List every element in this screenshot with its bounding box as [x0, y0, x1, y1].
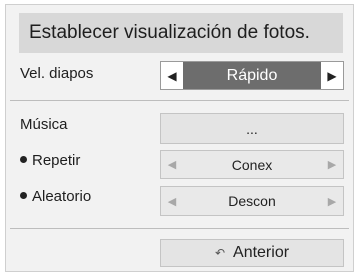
slide-speed-selector[interactable]: ◀ Rápido ▶ — [160, 61, 344, 90]
music-select-button[interactable]: ... — [160, 113, 344, 144]
shuffle-label-text: Aleatorio — [32, 188, 92, 205]
slide-speed-label: Vel. diapos — [20, 65, 94, 82]
arrow-right-icon[interactable]: ▶ — [321, 62, 343, 89]
arrow-left-icon[interactable]: ◀ — [161, 151, 183, 178]
photo-display-settings-dialog: Establecer visualización de fotos. Vel. … — [5, 4, 354, 272]
back-button[interactable]: ↶ Anterior — [160, 239, 344, 267]
shuffle-value: Descon — [228, 193, 276, 209]
divider — [10, 228, 349, 229]
arrow-right-icon[interactable]: ▶ — [321, 187, 343, 215]
arrow-right-icon[interactable]: ▶ — [321, 151, 343, 178]
music-label: Música — [20, 116, 68, 133]
bullet-icon — [20, 156, 27, 163]
repeat-label-text: Repetir — [32, 152, 81, 169]
repeat-value: Conex — [231, 156, 273, 173]
slide-speed-value: Rápido — [183, 62, 321, 89]
divider — [10, 100, 349, 101]
shuffle-label: Aleatorio — [20, 188, 91, 205]
dialog-title: Establecer visualización de fotos. — [29, 22, 310, 43]
shuffle-selector[interactable]: ◀ Descon ▶ — [160, 186, 344, 216]
bullet-icon — [20, 192, 27, 199]
repeat-selector[interactable]: ◀ Conex ▶ — [160, 150, 344, 179]
arrow-left-icon[interactable]: ◀ — [161, 62, 183, 89]
return-arrow-icon: ↶ — [214, 246, 226, 260]
dialog-title-bar: Establecer visualización de fotos. — [19, 13, 343, 53]
arrow-left-icon[interactable]: ◀ — [161, 187, 183, 215]
back-button-label: Anterior — [233, 244, 290, 261]
repeat-label: Repetir — [20, 152, 80, 169]
